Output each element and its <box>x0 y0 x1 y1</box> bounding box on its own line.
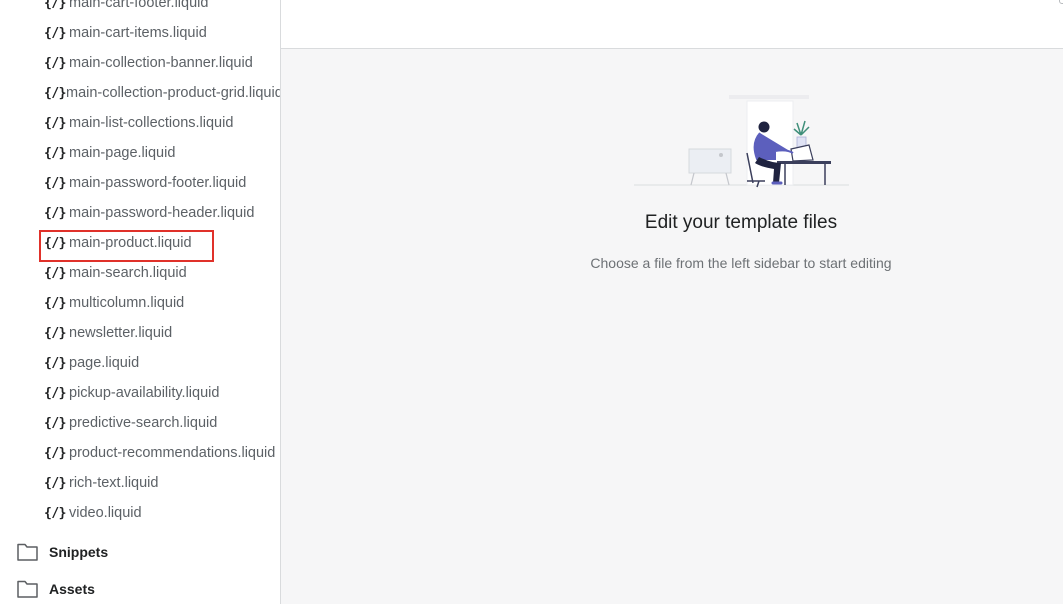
file-item-main-password-header[interactable]: {/} main-password-header.liquid <box>0 198 280 228</box>
liquid-file-icon: {/} <box>44 25 66 41</box>
file-label: predictive-search.liquid <box>69 415 218 431</box>
liquid-file-icon: {/} <box>44 325 66 341</box>
folder-icon <box>17 580 38 598</box>
file-item-pickup-availability[interactable]: {/} pickup-availability.liquid <box>0 378 280 408</box>
file-label: rich-text.liquid <box>69 475 159 491</box>
file-label: multicolumn.liquid <box>69 295 185 311</box>
file-item-predictive-search[interactable]: {/} predictive-search.liquid <box>0 408 280 438</box>
file-label: video.liquid <box>69 505 142 521</box>
file-label: main-product.liquid <box>69 235 192 251</box>
folder-label: Assets <box>49 581 95 597</box>
liquid-file-icon: {/} <box>44 205 66 221</box>
folder-assets[interactable]: Assets <box>0 574 280 604</box>
person-at-desk-illustration <box>634 95 849 188</box>
file-item-main-page[interactable]: {/} main-page.liquid <box>0 138 280 168</box>
theme-code-editor: {/} main-cart-footer.liquid {/} main-car… <box>0 0 1063 604</box>
file-label: main-password-footer.liquid <box>69 175 247 191</box>
file-item-main-product[interactable]: {/} main-product.liquid <box>0 228 280 262</box>
file-label: newsletter.liquid <box>69 325 173 341</box>
liquid-file-icon: {/} <box>44 355 66 371</box>
folder-label: Snippets <box>49 544 109 560</box>
liquid-file-icon: {/} <box>44 55 66 71</box>
liquid-file-icon: {/} <box>44 415 66 431</box>
file-label: main-collection-product-grid.liquid <box>65 85 281 101</box>
file-item-newsletter[interactable]: {/} newsletter.liquid <box>0 318 280 348</box>
file-item-main-cart-footer[interactable]: {/} main-cart-footer.liquid <box>0 0 280 18</box>
editor-area: Edit your template files Choose a file f… <box>281 0 1063 604</box>
file-label: product-recommendations.liquid <box>69 445 276 461</box>
liquid-file-icon: {/} <box>44 115 66 131</box>
file-item-product-recommendations[interactable]: {/} product-recommendations.liquid <box>0 438 280 468</box>
file-item-multicolumn[interactable]: {/} multicolumn.liquid <box>0 288 280 318</box>
liquid-file-icon: {/} <box>44 475 66 491</box>
file-item-video[interactable]: {/} video.liquid <box>0 498 280 528</box>
file-label: main-search.liquid <box>69 265 187 281</box>
empty-state-subtitle: Choose a file from the left sidebar to s… <box>590 255 892 271</box>
file-label: main-page.liquid <box>69 145 176 161</box>
sections-file-list: {/} main-cart-footer.liquid {/} main-car… <box>0 0 281 528</box>
file-label: main-collection-banner.liquid <box>69 55 253 71</box>
liquid-file-icon: {/} <box>44 85 66 101</box>
liquid-file-icon: {/} <box>44 235 66 251</box>
liquid-file-icon: {/} <box>44 295 66 311</box>
file-item-main-collection-product-grid[interactable]: {/} main-collection-product-grid.liquid <box>0 78 281 108</box>
file-label: main-cart-items.liquid <box>69 25 207 41</box>
folder-snippets[interactable]: Snippets <box>0 537 280 567</box>
file-item-rich-text[interactable]: {/} rich-text.liquid <box>0 468 280 498</box>
file-item-main-list-collections[interactable]: {/} main-list-collections.liquid <box>0 108 280 138</box>
file-label: pickup-availability.liquid <box>69 385 220 401</box>
liquid-file-icon: {/} <box>44 265 66 281</box>
liquid-file-icon: {/} <box>44 445 66 461</box>
file-item-main-cart-items[interactable]: {/} main-cart-items.liquid <box>0 18 280 48</box>
file-label: main-cart-footer.liquid <box>69 0 209 11</box>
editor-tab-bar <box>281 0 1063 49</box>
file-label: main-password-header.liquid <box>69 205 255 221</box>
file-item-main-password-footer[interactable]: {/} main-password-footer.liquid <box>0 168 280 198</box>
liquid-file-icon: {/} <box>44 145 66 161</box>
window-corner <box>1059 0 1063 4</box>
file-sidebar: {/} main-cart-footer.liquid {/} main-car… <box>0 0 281 604</box>
file-label: page.liquid <box>69 355 140 371</box>
liquid-file-icon: {/} <box>44 385 66 401</box>
liquid-file-icon: {/} <box>44 0 66 11</box>
liquid-file-icon: {/} <box>44 505 66 521</box>
file-item-main-collection-banner[interactable]: {/} main-collection-banner.liquid <box>0 48 280 78</box>
file-item-page[interactable]: {/} page.liquid <box>0 348 280 378</box>
folder-icon <box>17 543 38 561</box>
empty-state-title: Edit your template files <box>644 212 838 233</box>
file-item-main-search[interactable]: {/} main-search.liquid <box>0 258 280 288</box>
file-label: main-list-collections.liquid <box>69 115 234 131</box>
liquid-file-icon: {/} <box>44 175 66 191</box>
